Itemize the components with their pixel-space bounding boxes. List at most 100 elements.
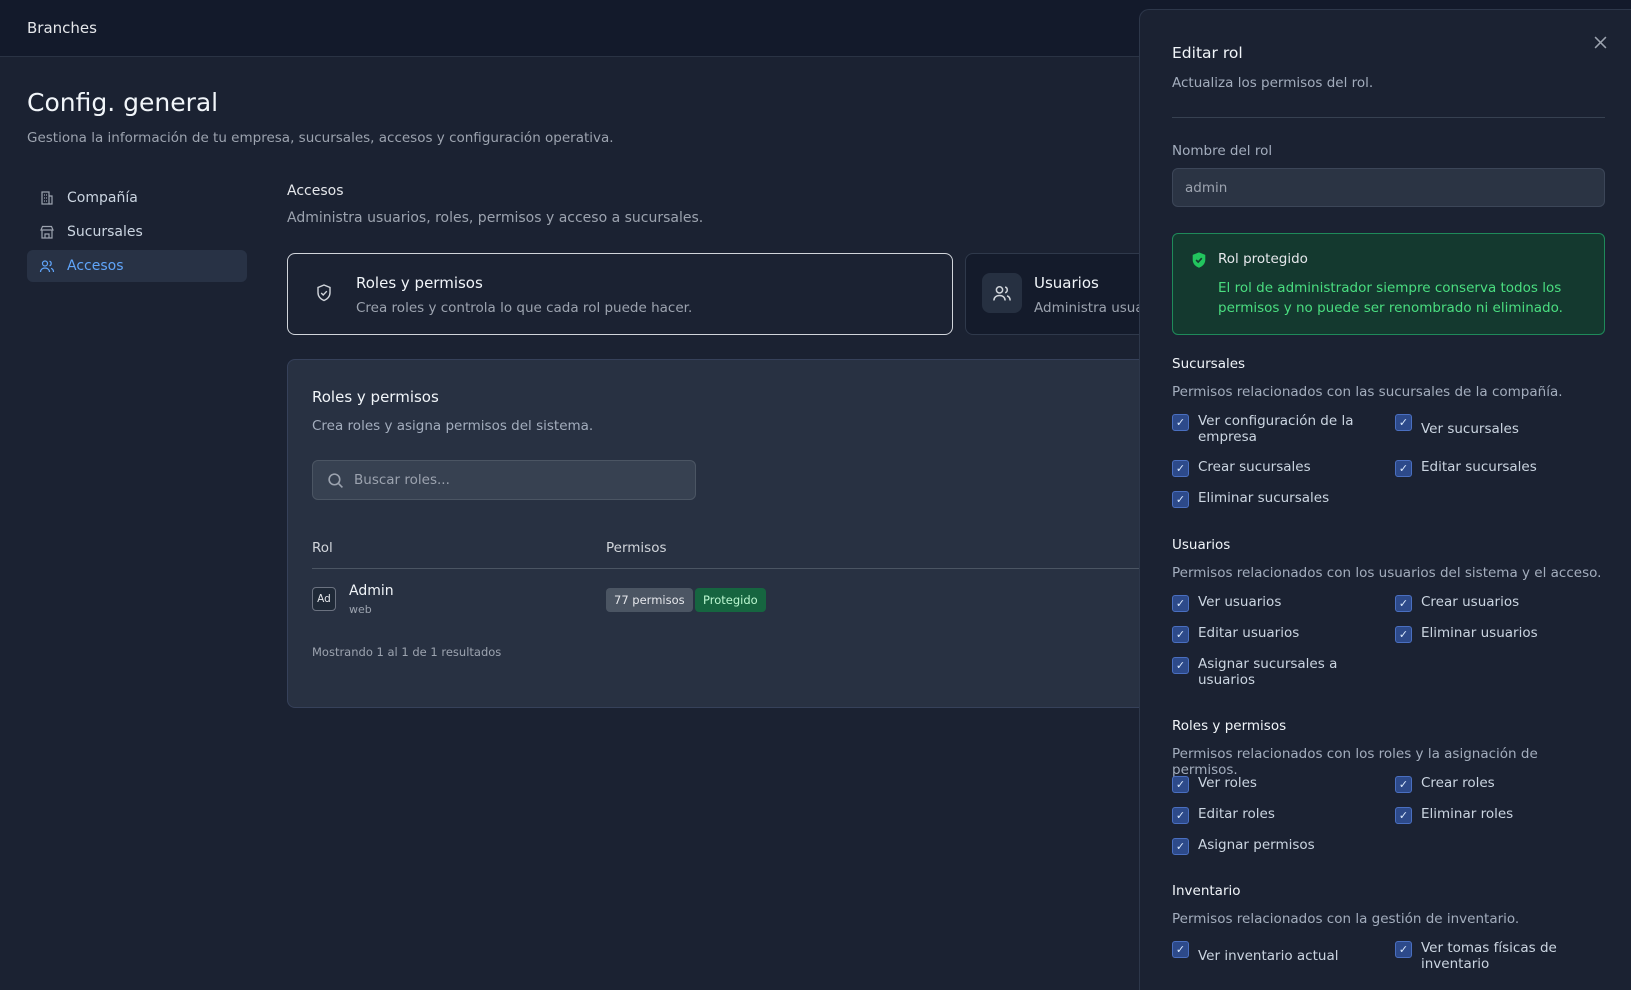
check-icon: ✓ [1395,595,1412,612]
permission-checkbox[interactable]: ✓ Asignar permisos [1172,837,1377,855]
permission-checkbox[interactable]: ✓ Crear sucursales [1172,459,1377,477]
group-subtitle: Permisos relacionados con los usuarios d… [1172,565,1602,581]
table-divider [312,568,1188,569]
sidebar-item-label: Accesos [67,258,124,274]
divider [1172,117,1605,118]
permission-checkbox[interactable]: ✓ Ver roles [1172,775,1377,793]
protected-role-alert: Rol protegido El rol de administrador si… [1172,233,1605,335]
permission-label: Editar roles [1198,806,1275,822]
edit-role-drawer: Editar rol Actualiza los permisos del ro… [1139,9,1631,990]
avatar: Ad [312,587,336,611]
check-icon: ✓ [1395,414,1412,431]
check-icon: ✓ [1395,460,1412,477]
tile-roles-permisos[interactable]: Roles y permisos Crea roles y controla l… [287,253,953,335]
permission-checkbox[interactable]: ✓ Asignar sucursales a usuarios [1172,656,1377,688]
group-subtitle: Permisos relacionados con las sucursales… [1172,384,1563,400]
permission-label: Crear roles [1421,775,1495,791]
check-icon: ✓ [1395,807,1412,824]
permission-label: Crear usuarios [1421,594,1520,610]
tile-subtitle: Administra usuar [1034,300,1150,316]
shield-check-icon [304,273,344,313]
permission-label: Ver inventario actual [1198,948,1339,964]
permission-label: Ver configuración de la empresa [1198,413,1354,445]
permission-checkbox[interactable]: ✓ Eliminar sucursales [1172,490,1377,508]
permission-label: Editar sucursales [1421,459,1537,475]
sidebar-item-compania[interactable]: Compañía [27,182,247,214]
drawer-subtitle: Actualiza los permisos del rol. [1172,75,1374,91]
permission-checkbox[interactable]: ✓ Ver sucursales [1395,413,1600,437]
permission-checkbox[interactable]: ✓ Editar roles [1172,806,1377,824]
sidebar-item-accesos[interactable]: Accesos [27,250,247,282]
permission-checkbox[interactable]: ✓ Ver tomas físicas de inventario [1395,940,1600,972]
permission-checkbox[interactable]: ✓ Editar usuarios [1172,625,1377,643]
permission-group-sucursales: Sucursales Permisos relacionados con las… [1172,356,1605,508]
close-icon [1594,36,1606,48]
permission-label: Editar usuarios [1198,625,1300,641]
group-subtitle: Permisos relacionados con los roles y la… [1172,746,1538,778]
sidebar-item-label: Compañía [67,190,138,206]
group-title: Sucursales [1172,356,1246,372]
permission-label: Crear sucursales [1198,459,1311,475]
role-name: Admin [349,583,394,599]
tile-subtitle: Crea roles y controla lo que cada rol pu… [356,300,693,316]
close-button[interactable] [1590,32,1610,52]
permission-checkbox[interactable]: ✓ Ver usuarios [1172,594,1377,612]
column-header-permissions[interactable]: Permisos [606,540,667,556]
page-title: Config. general [27,88,219,117]
permission-label: Ver usuarios [1198,594,1282,610]
role-name-field[interactable] [1172,168,1605,207]
permission-checkbox[interactable]: ✓ Editar sucursales [1395,459,1600,477]
section-subtitle: Administra usuarios, roles, permisos y a… [287,210,704,226]
permission-checkbox[interactable]: ✓ Ver configuración de la empresa [1172,413,1377,445]
check-icon: ✓ [1172,626,1189,643]
check-icon: ✓ [1172,941,1189,958]
permission-label: Eliminar usuarios [1421,625,1538,641]
status-badge: Protegido [695,588,766,612]
store-icon [40,225,54,239]
permission-label: Ver tomas físicas de inventario [1421,940,1557,972]
role-guard: web [349,603,372,616]
permission-group-usuarios: Usuarios Permisos relacionados con los u… [1172,537,1605,688]
card-title: Roles y permisos [312,388,439,406]
page-subtitle: Gestiona la información de tu empresa, s… [27,130,614,146]
permission-group-inventario: Inventario Permisos relacionados con la … [1172,883,1605,972]
users-icon [982,273,1022,313]
group-title: Inventario [1172,883,1241,899]
permission-checkbox[interactable]: ✓ Ver inventario actual [1172,940,1377,964]
check-icon: ✓ [1172,595,1189,612]
search-box [312,460,696,500]
check-icon: ✓ [1172,838,1189,855]
permission-label: Eliminar sucursales [1198,490,1330,506]
sidebar-item-label: Sucursales [67,224,143,240]
group-title: Roles y permisos [1172,718,1287,734]
column-header-role[interactable]: Rol [312,540,333,556]
shield-check-icon [1192,252,1206,268]
permission-count-badge: 77 permisos [606,588,693,612]
sidebar-item-sucursales[interactable]: Sucursales [27,216,247,248]
tile-title: Roles y permisos [356,274,483,292]
permission-checkbox[interactable]: ✓ Crear usuarios [1395,594,1600,612]
section-title: Accesos [287,183,344,199]
alert-title: Rol protegido [1218,251,1308,267]
permission-label: Ver sucursales [1421,421,1519,437]
group-title: Usuarios [1172,537,1231,553]
building-icon [41,191,53,205]
permission-label: Ver roles [1198,775,1257,791]
check-icon: ✓ [1172,776,1189,793]
permission-checkbox[interactable]: ✓ Crear roles [1395,775,1600,793]
permission-checkbox[interactable]: ✓ Eliminar roles [1395,806,1600,824]
tile-usuarios[interactable]: Usuarios Administra usuar [965,253,1165,335]
permission-group-roles: Roles y permisos Permisos relacionados c… [1172,718,1605,855]
check-icon: ✓ [1172,460,1189,477]
roles-card: Roles y permisos Crea roles y asigna per… [287,359,1188,708]
drawer-title: Editar rol [1172,44,1243,62]
settings-sidebar: Compañía Sucursales Accesos [27,182,247,284]
search-input[interactable] [354,472,674,488]
check-icon: ✓ [1172,657,1189,674]
check-icon: ✓ [1172,491,1189,508]
check-icon: ✓ [1172,414,1189,431]
permission-checkbox[interactable]: ✓ Eliminar usuarios [1395,625,1600,643]
app-brand[interactable]: Branches [27,19,97,37]
tile-title: Usuarios [1034,274,1099,292]
search-icon [328,472,343,488]
